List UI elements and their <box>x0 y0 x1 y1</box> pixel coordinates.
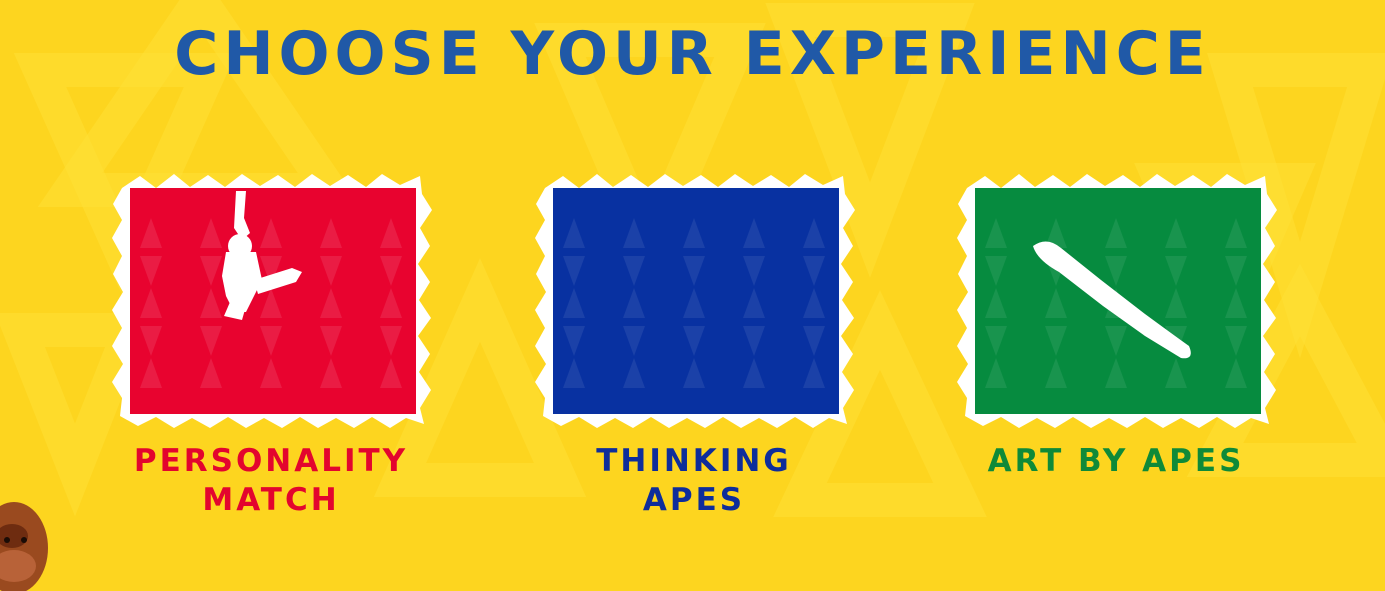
card-label-line-2: APES <box>642 482 746 518</box>
orangutan-mascot <box>0 502 48 591</box>
page-title: CHOOSE YOUR EXPERIENCE <box>174 19 1211 89</box>
card-label-line-1: ART BY APES <box>987 443 1245 479</box>
card-panel <box>975 188 1261 414</box>
card-label: PERSONALITY MATCH <box>110 442 432 520</box>
card-label: ART BY APES <box>955 442 1277 481</box>
art-by-apes-card[interactable]: ART BY APES <box>955 170 1277 530</box>
card-panel <box>553 188 839 414</box>
thinking-apes-card[interactable]: THINKING APES <box>533 170 855 530</box>
card-panel <box>130 188 416 414</box>
personality-match-card[interactable]: PERSONALITY MATCH <box>110 170 432 530</box>
card-label-line-2: MATCH <box>202 482 340 518</box>
card-label-line-1: THINKING <box>596 443 792 479</box>
card-label: THINKING APES <box>533 442 855 520</box>
card-label-line-1: PERSONALITY <box>133 443 409 479</box>
